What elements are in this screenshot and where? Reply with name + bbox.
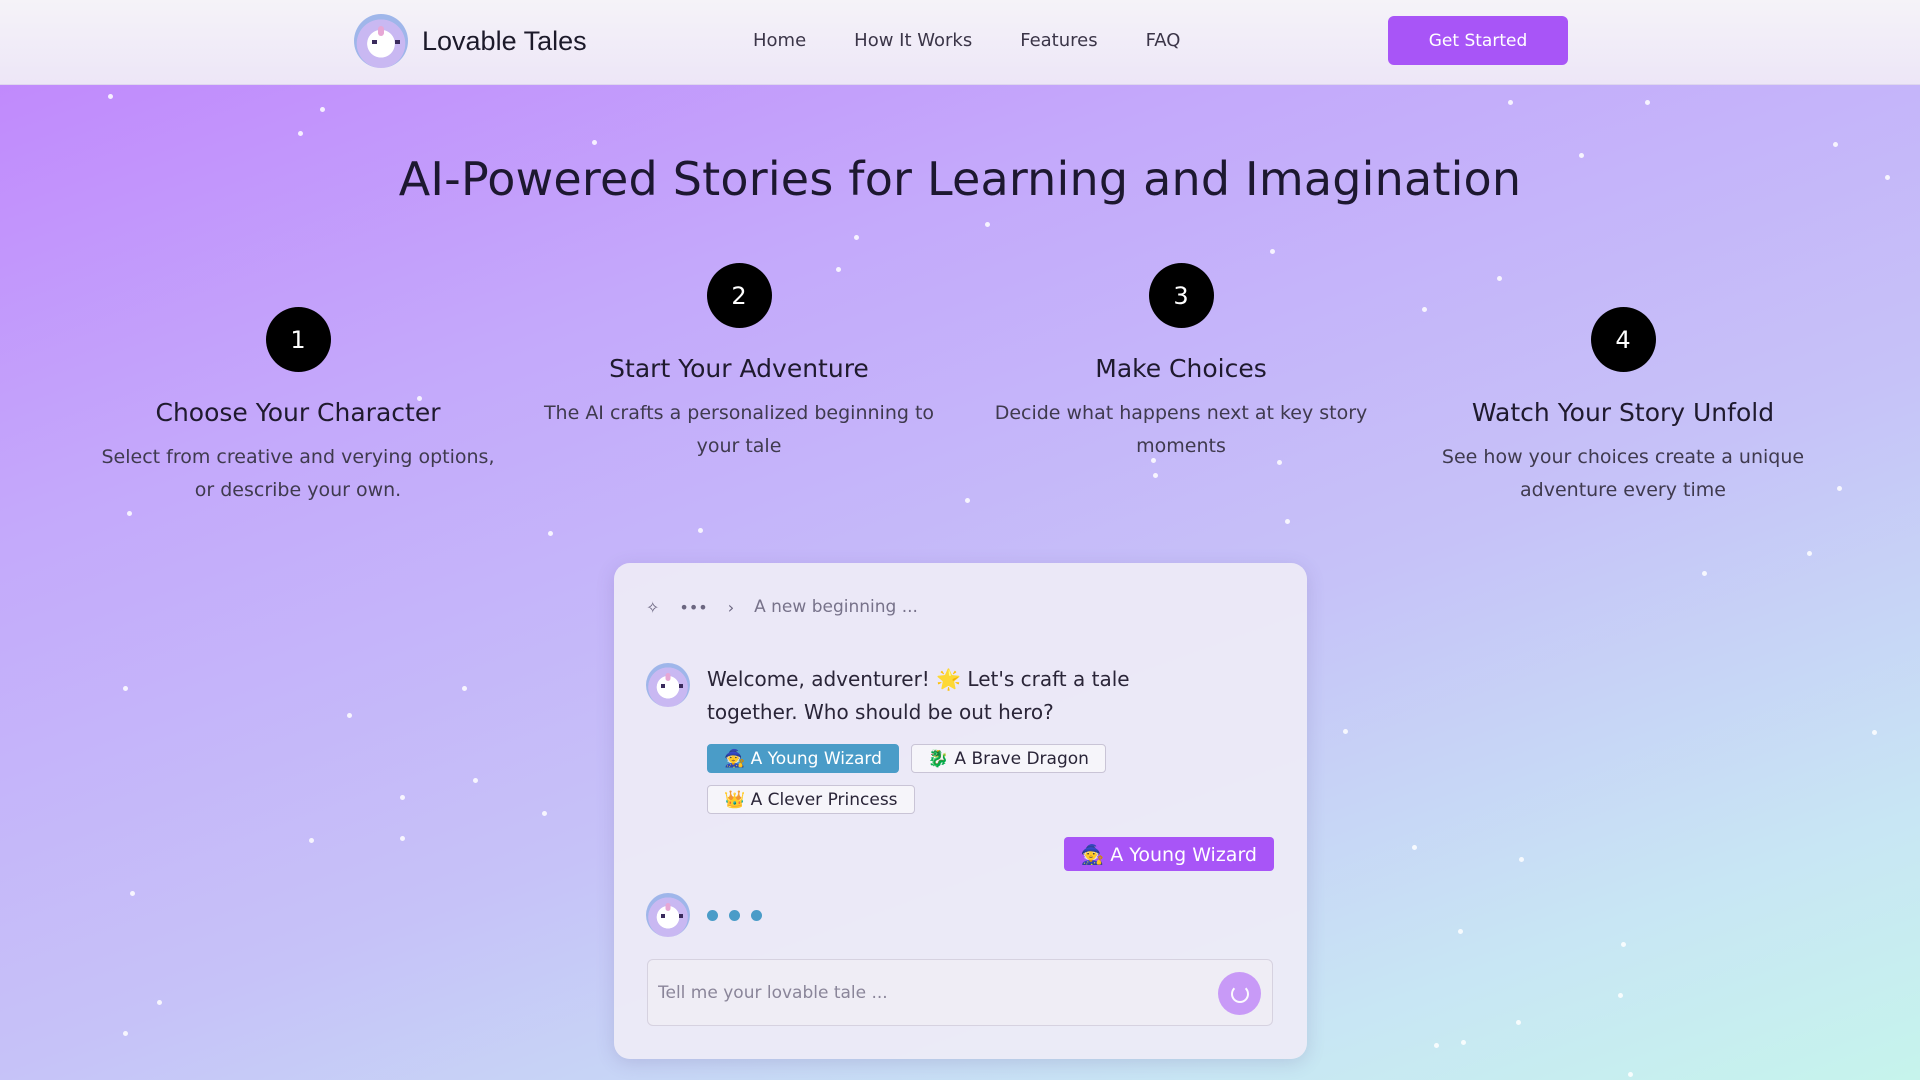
typing-dot (751, 909, 762, 921)
star-decoration (1618, 993, 1623, 998)
choice-brave-dragon[interactable]: 🐉 A Brave Dragon (910, 744, 1106, 773)
star-decoration (1153, 473, 1158, 478)
step-3: 3 Make Choices Decide what happens next … (981, 263, 1381, 463)
bot-message: Welcome, adventurer! 🌟 Let's craft a tal… (646, 663, 1207, 729)
star-decoration (1833, 142, 1838, 147)
star-decoration (1461, 1040, 1466, 1045)
star-decoration (1343, 729, 1348, 734)
star-decoration (985, 222, 990, 227)
star-decoration (462, 686, 467, 691)
step-number-badge: 2 (706, 263, 772, 328)
star-decoration (1434, 1043, 1439, 1048)
star-decoration (127, 511, 132, 516)
star-decoration (698, 528, 703, 533)
star-decoration (1807, 551, 1812, 556)
step-title: Watch Your Story Unfold (1471, 398, 1775, 427)
star-decoration (298, 131, 303, 136)
star-decoration (1412, 845, 1417, 850)
star-decoration (1837, 486, 1842, 491)
brand-logo[interactable]: Lovable Tales (354, 14, 587, 68)
step-description: Decide what happens next at key story mo… (994, 402, 1368, 457)
step-4: 4 Watch Your Story Unfold See how your c… (1423, 307, 1823, 507)
star-decoration (1519, 857, 1524, 862)
star-decoration (1516, 1020, 1521, 1025)
loading-spinner-icon (1230, 984, 1249, 1003)
star-decoration (542, 811, 547, 816)
typing-dot (729, 909, 740, 921)
star-decoration (157, 1000, 162, 1005)
step-2: 2 Start Your Adventure The AI crafts a p… (539, 263, 939, 463)
character-choices: 🧙 A Young Wizard 🐉 A Brave Dragon 👑 A Cl… (707, 744, 1127, 814)
unicorn-logo-icon (354, 14, 408, 68)
star-decoration (1621, 942, 1626, 947)
step-title: Start Your Adventure (609, 354, 869, 383)
breadcrumb: ✧ ••• › A new beginning ... (646, 597, 918, 617)
chat-input-box (647, 959, 1273, 1026)
star-decoration (1508, 100, 1513, 105)
sparkle-icon[interactable]: ✧ (646, 598, 659, 617)
brand-name: Lovable Tales (422, 25, 587, 56)
step-number-badge: 4 (1590, 307, 1656, 372)
step-number-badge: 3 (1148, 263, 1214, 328)
bot-avatar (646, 663, 690, 707)
star-decoration (592, 140, 597, 145)
star-decoration (1702, 571, 1707, 576)
story-input[interactable] (658, 960, 1198, 1025)
step-description: The AI crafts a personalized beginning t… (543, 402, 935, 457)
star-decoration (130, 891, 135, 896)
top-navbar: Lovable Tales Home How It Works Features… (0, 0, 1920, 85)
star-decoration (108, 94, 113, 99)
star-decoration (965, 498, 970, 503)
step-title: Make Choices (1095, 354, 1267, 383)
star-decoration (123, 686, 128, 691)
story-chat-card: ✧ ••• › A new beginning ... Welcome, adv… (614, 563, 1307, 1059)
step-title: Choose Your Character (155, 398, 441, 427)
star-decoration (309, 838, 314, 843)
user-message: 🧙 A Young Wizard (1063, 837, 1274, 871)
star-decoration (400, 836, 405, 841)
nav-link-how-it-works[interactable]: How It Works (854, 30, 972, 51)
star-decoration (347, 713, 352, 718)
star-decoration (548, 531, 553, 536)
send-button[interactable] (1218, 972, 1261, 1015)
bot-avatar (646, 893, 690, 937)
star-decoration (1628, 1072, 1633, 1077)
star-decoration (854, 235, 859, 240)
typing-dot (707, 909, 718, 921)
nav-link-features[interactable]: Features (1020, 30, 1097, 51)
hero-title: AI-Powered Stories for Learning and Imag… (398, 152, 1522, 206)
get-started-button[interactable]: Get Started (1388, 16, 1568, 65)
step-description: See how your choices create a unique adv… (1441, 446, 1805, 501)
star-decoration (400, 795, 405, 800)
star-decoration (1458, 929, 1463, 934)
bot-message-text: Welcome, adventurer! 🌟 Let's craft a tal… (707, 667, 1130, 724)
nav-link-home[interactable]: Home (753, 30, 806, 51)
choice-clever-princess[interactable]: 👑 A Clever Princess (707, 785, 915, 814)
star-decoration (473, 778, 478, 783)
star-decoration (1497, 276, 1502, 281)
breadcrumb-current: A new beginning ... (754, 597, 918, 617)
star-decoration (1285, 519, 1290, 524)
nav-links: Home How It Works Features FAQ (753, 30, 1180, 51)
step-number-badge: 1 (265, 307, 331, 372)
chevron-right-icon: › (727, 597, 735, 617)
step-description: Select from creative and verying options… (101, 446, 495, 501)
nav-link-faq[interactable]: FAQ (1146, 30, 1181, 51)
more-horizontal-icon[interactable]: ••• (679, 598, 707, 617)
star-decoration (1645, 100, 1650, 105)
star-decoration (320, 107, 325, 112)
choice-young-wizard[interactable]: 🧙 A Young Wizard (707, 744, 899, 773)
step-1: 1 Choose Your Character Select from crea… (98, 307, 498, 507)
star-decoration (1872, 730, 1877, 735)
typing-indicator (646, 893, 762, 937)
star-decoration (1270, 249, 1275, 254)
star-decoration (123, 1031, 128, 1036)
